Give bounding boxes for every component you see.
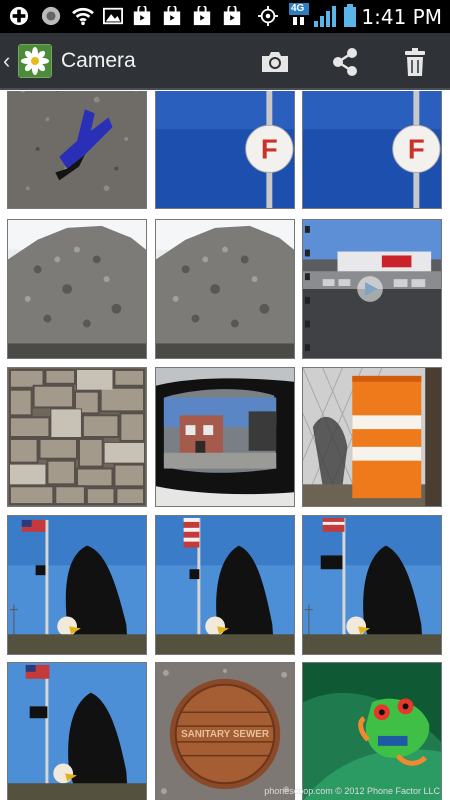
photo-thumbnail[interactable]	[155, 219, 295, 359]
status-clock: 1:41 PM	[361, 5, 442, 29]
delete-button[interactable]	[395, 42, 435, 82]
shopping-bag-icon	[163, 6, 181, 26]
up-navigation[interactable]: ‹ Camera	[0, 33, 145, 90]
share-button[interactable]	[325, 42, 365, 82]
photo-thumbnail[interactable]	[155, 515, 295, 655]
photo-thumbnail[interactable]: F	[302, 91, 442, 209]
image-notification-icon	[103, 7, 123, 25]
camera-icon	[262, 52, 288, 72]
photo-thumbnail[interactable]	[7, 91, 147, 209]
photo-thumbnail[interactable]: SANITARY SEWER	[155, 662, 295, 800]
photo-thumbnail[interactable]: F	[155, 91, 295, 209]
photo-thumbnail[interactable]	[302, 515, 442, 655]
svg-text:F: F	[408, 134, 425, 165]
album-title: Camera	[61, 49, 136, 72]
trash-icon	[405, 48, 425, 76]
photo-grid: F F SANITARY SEWER phonescoop.com © 2012…	[0, 91, 450, 800]
photo-thumbnail[interactable]	[302, 367, 442, 507]
video-thumbnail[interactable]	[302, 219, 442, 359]
photo-thumbnail[interactable]	[7, 219, 147, 359]
manhole-text: SANITARY SEWER	[181, 729, 269, 740]
gps-icon	[258, 6, 278, 26]
photo-thumbnail[interactable]	[7, 367, 147, 507]
wifi-icon	[72, 8, 94, 26]
add-notification-icon	[9, 6, 29, 26]
watermark: phonescoop.com © 2012 Phone Factor LLC	[264, 786, 440, 796]
shopping-bag-icon	[223, 6, 241, 26]
network-type-icon: 4G	[289, 3, 309, 27]
photo-thumbnail[interactable]	[7, 662, 147, 800]
camera-button[interactable]	[255, 42, 295, 82]
sync-notification-icon	[41, 6, 61, 26]
share-icon	[333, 48, 357, 76]
photo-thumbnail[interactable]	[7, 515, 147, 655]
shopping-bag-icon	[133, 6, 151, 26]
battery-icon	[344, 4, 356, 27]
gallery-app-icon	[18, 44, 52, 78]
action-bar: ‹ Camera	[0, 33, 450, 90]
photo-thumbnail[interactable]	[302, 662, 442, 800]
back-chevron-icon: ‹	[3, 48, 11, 73]
status-bar: 4G 1:41 PM	[0, 0, 450, 33]
svg-text:F: F	[261, 134, 278, 165]
network-type-label: 4G	[289, 3, 309, 15]
photo-thumbnail[interactable]	[155, 367, 295, 507]
shopping-bag-icon	[193, 6, 211, 26]
signal-strength-icon	[314, 6, 336, 27]
